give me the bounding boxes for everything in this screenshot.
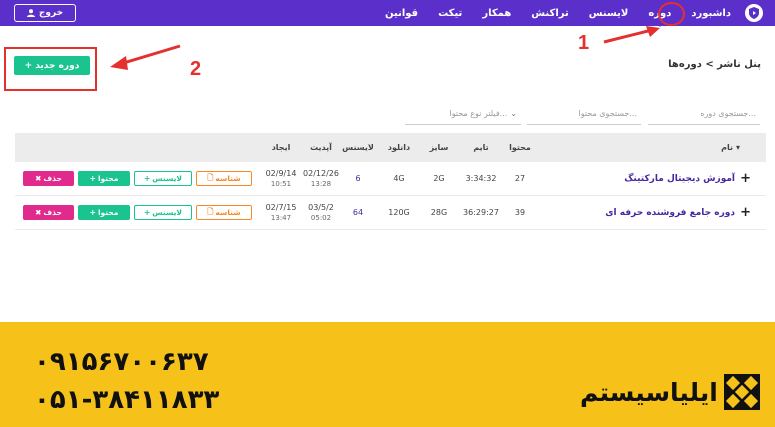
- license-button[interactable]: + لایسنس: [134, 205, 192, 220]
- file-icon: 🗋: [207, 207, 214, 216]
- logout-button[interactable]: خروج: [14, 4, 76, 22]
- annotation-arrow-2: [110, 44, 181, 70]
- phone-mobile: ۰۹۱۵۶۷۰۰۶۳۷: [34, 347, 209, 377]
- content-button[interactable]: + محتوا: [78, 205, 130, 220]
- user-icon: [26, 9, 35, 17]
- cell-updated: 02/12/26 13:28: [303, 168, 339, 188]
- nav-license[interactable]: لایسنس: [589, 8, 629, 19]
- cell-time: 36:29:27: [463, 208, 499, 217]
- col-license: لایسنس: [342, 143, 374, 152]
- phone-numbers: ۰۹۱۵۶۷۰۰۶۳۷ ۰۵۱-۳۸۴۱۱۸۳۳: [34, 343, 219, 419]
- plus-icon: +: [24, 60, 33, 71]
- table-header: نام ▾ محتوا تایم سایز دانلود لایسنس آپدیت…: [15, 133, 766, 162]
- close-icon: ✖: [35, 208, 42, 217]
- cell-content: 27: [514, 174, 526, 183]
- col-download: دانلود: [387, 143, 411, 152]
- plus-icon: +: [144, 208, 151, 217]
- delete-button[interactable]: ✖ حذف: [23, 205, 74, 220]
- cell-license[interactable]: 64: [337, 196, 379, 229]
- annotation-step-1: 1: [578, 32, 590, 54]
- content-type-label: فیلتر نوع محتوا...: [449, 109, 508, 118]
- cell-content: 39: [514, 208, 526, 217]
- content-type-select[interactable]: فیلتر نوع محتوا... ⌄: [405, 103, 521, 125]
- course-name[interactable]: دوره جامع فروشنده حرفه ای: [605, 196, 735, 229]
- table-row: + آموزش دیجیتال مارکتینگ 27 3:34:32 2G 4…: [15, 162, 766, 196]
- plus-icon: +: [89, 208, 96, 217]
- col-created: ایجاد: [271, 143, 291, 152]
- file-icon: 🗋: [207, 173, 214, 182]
- chevron-down-icon: ⌄: [510, 109, 517, 118]
- brand-emblem-icon: [723, 374, 760, 410]
- table-row: + دوره جامع فروشنده حرفه ای 39 36:29:27 …: [15, 196, 766, 230]
- cell-created: 02/9/14 10:51: [265, 168, 297, 188]
- cell-created: 02/7/15 13:47: [265, 202, 297, 222]
- cell-updated: 03/5/2 05:02: [308, 202, 334, 222]
- annotation-circle: [658, 2, 685, 26]
- col-size: سایز: [429, 143, 449, 152]
- breadcrumb: پنل ناشر > دوره‌ها: [668, 59, 761, 70]
- row-actions: ✖ حذف + محتوا + لایسنس 🗋 شناسه: [23, 162, 252, 195]
- row-actions: ✖ حذف + محتوا + لایسنس 🗋 شناسه: [23, 196, 252, 229]
- expand-plus-icon[interactable]: +: [740, 162, 751, 195]
- col-updated: آپدیت: [310, 143, 332, 152]
- id-button[interactable]: 🗋 شناسه: [196, 171, 252, 186]
- expand-plus-icon[interactable]: +: [740, 196, 751, 229]
- cell-download: 4G: [393, 174, 405, 183]
- courses-table: نام ▾ محتوا تایم سایز دانلود لایسنس آپدیت…: [15, 133, 766, 230]
- cell-license[interactable]: 6: [337, 162, 379, 195]
- new-course-button[interactable]: + دوره جدید: [14, 56, 90, 75]
- brand-name: ایلیاسیستم: [580, 377, 718, 407]
- license-button[interactable]: + لایسنس: [134, 171, 192, 186]
- logout-label: خروج: [38, 8, 64, 18]
- shield-play-icon[interactable]: [745, 4, 763, 22]
- cell-download: 120G: [388, 208, 410, 217]
- annotation-arrow-1: [603, 26, 660, 44]
- cell-size: 28G: [430, 208, 448, 217]
- search-content-input[interactable]: جستجوی محتوا...: [527, 103, 641, 125]
- close-icon: ✖: [35, 174, 42, 183]
- nav-transactions[interactable]: تراکنش: [531, 8, 568, 19]
- col-content: محتوا: [509, 143, 531, 152]
- plus-icon: +: [144, 174, 151, 183]
- content-button[interactable]: + محتوا: [78, 171, 130, 186]
- col-time: تایم: [473, 143, 489, 152]
- plus-icon: +: [89, 174, 96, 183]
- nav-dashboard[interactable]: داشبورد: [691, 8, 731, 19]
- col-name[interactable]: نام ▾: [721, 133, 740, 162]
- cell-time: 3:34:32: [465, 174, 497, 183]
- brand-logo: ایلیاسیستم: [580, 374, 760, 410]
- nav-ticket[interactable]: تیکت: [438, 8, 462, 19]
- cell-size: 2G: [433, 174, 445, 183]
- nav-partner[interactable]: همکار: [482, 8, 511, 19]
- id-button[interactable]: 🗋 شناسه: [196, 205, 252, 220]
- course-name[interactable]: آموزش دیجیتال مارکتینگ: [624, 162, 735, 195]
- phone-landline: ۰۵۱-۳۸۴۱۱۸۳۳: [34, 385, 220, 415]
- delete-button[interactable]: ✖ حذف: [23, 171, 74, 186]
- annotation-step-2: 2: [190, 58, 202, 80]
- search-course-input[interactable]: جستجوی دوره...: [648, 103, 760, 125]
- nav-rules[interactable]: قوانین: [385, 8, 418, 19]
- new-course-label: دوره جدید: [35, 60, 80, 71]
